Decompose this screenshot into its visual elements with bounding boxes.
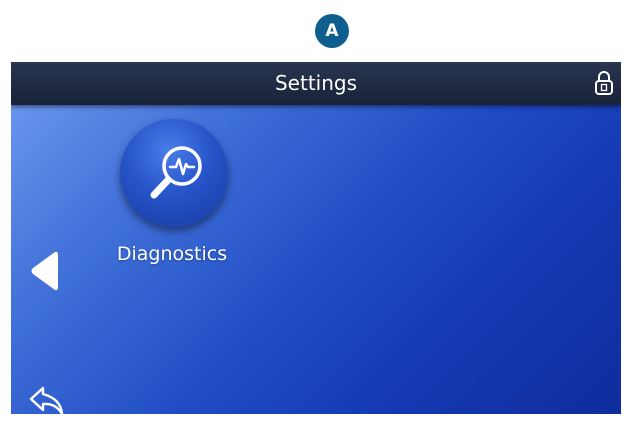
lock-icon[interactable] [593, 70, 615, 96]
callout-badge: A [315, 14, 349, 48]
left-triangle-icon[interactable] [28, 248, 60, 294]
spa-control-screen: Settings Diagnostics [11, 62, 621, 414]
return-arrow-icon[interactable] [28, 385, 66, 414]
diagnostics-magnifier-icon [150, 146, 202, 199]
diagnostics-button[interactable]: Diagnostics [110, 119, 234, 279]
diagnostics-label: Diagnostics [116, 243, 228, 265]
page-title: Settings [274, 71, 358, 95]
header-bar: Settings [11, 62, 621, 105]
diagnostics-icon-circle[interactable] [120, 119, 228, 227]
